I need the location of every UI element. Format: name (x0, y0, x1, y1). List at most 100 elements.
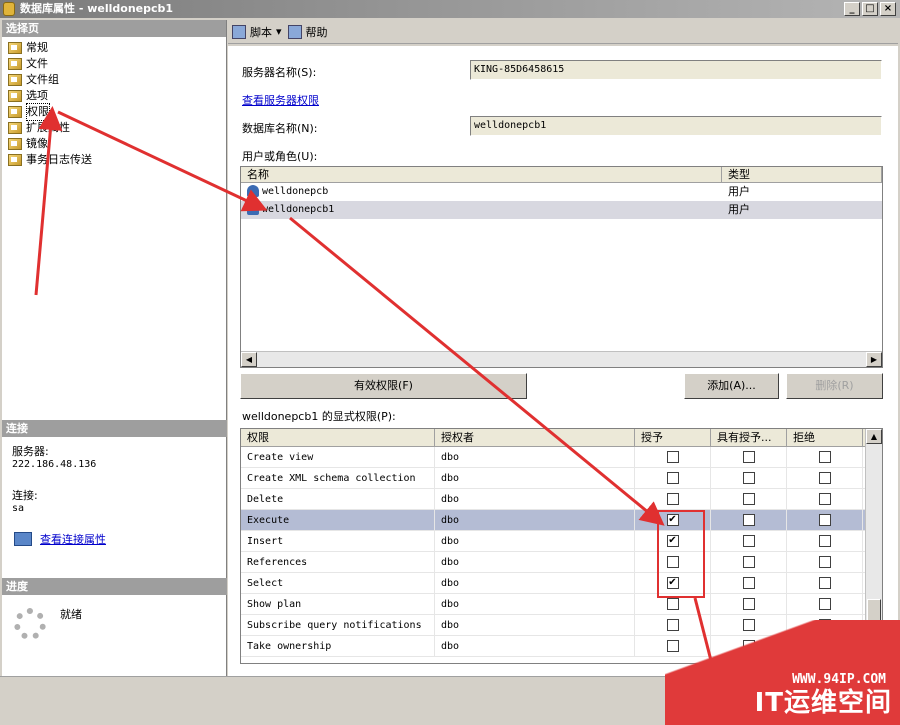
deny-checkbox-cell (787, 573, 863, 593)
users-grid: 名称 类型 welldonepcb 用户 welldonepcb1 用户 ◀ ▶ (240, 166, 883, 368)
view-server-permissions-link[interactable]: 查看服务器权限 (242, 92, 319, 108)
with-grant-checkbox-cell (711, 489, 787, 509)
permission-name-cell: References (241, 552, 435, 572)
deny-checkbox-cell (787, 468, 863, 488)
deny-checkbox[interactable] (818, 598, 831, 610)
user-row[interactable]: welldonepcb1 用户 (241, 201, 882, 219)
server-label: 服务器: (12, 445, 49, 458)
deny-checkbox[interactable] (818, 493, 831, 505)
toolbar: 脚本 ▾ 帮助 (228, 20, 898, 44)
with-grant-checkbox[interactable] (742, 451, 755, 463)
deny-checkbox[interactable] (818, 535, 831, 547)
page-list: 常规 文件文件组 选项 权限 扩展属性 镜像 事务日志传送 (2, 37, 226, 168)
close-button[interactable]: × (880, 2, 896, 16)
page-icon (8, 106, 22, 118)
annotation-highlight-box (657, 510, 705, 598)
script-icon (232, 24, 246, 39)
deny-checkbox-cell (787, 552, 863, 572)
deny-checkbox[interactable] (818, 577, 831, 589)
permission-name-cell: Subscribe query notifications (241, 615, 435, 635)
perm-col-grantor[interactable]: 授权者 (435, 429, 635, 446)
permission-row[interactable]: Delete dbo (241, 489, 882, 510)
connection-label: 连接: (12, 489, 38, 502)
perm-col-with-grant[interactable]: 具有授予... (711, 429, 787, 446)
page-item[interactable]: 权限 (8, 103, 226, 121)
user-row[interactable]: welldonepcb 用户 (241, 183, 882, 201)
users-col-type[interactable]: 类型 (722, 167, 882, 182)
perm-col-grant[interactable]: 授予 (635, 429, 711, 446)
page-item[interactable]: 镜像 (8, 136, 226, 152)
with-grant-checkbox[interactable] (742, 514, 755, 526)
scroll-right-icon[interactable]: ▶ (866, 352, 882, 367)
page-item[interactable]: 事务日志传送 (8, 152, 226, 168)
with-grant-checkbox[interactable] (742, 493, 755, 505)
permission-grantor-cell: dbo (435, 510, 635, 530)
page-item[interactable]: 文件 (8, 56, 226, 72)
user-type-cell: 用户 (728, 185, 750, 198)
deny-checkbox[interactable] (818, 451, 831, 463)
deny-checkbox[interactable] (818, 556, 831, 568)
permission-name-cell: Create XML schema collection (241, 468, 435, 488)
script-button[interactable]: 脚本 ▾ (232, 24, 282, 40)
connection-section: 连接 服务器: 222.186.48.136 连接: sa 查看连接属性 (2, 420, 227, 555)
with-grant-checkbox[interactable] (742, 472, 755, 484)
with-grant-checkbox-cell (711, 447, 787, 467)
users-col-name[interactable]: 名称 (241, 167, 722, 182)
explicit-permissions-label: welldonepcb1 的显式权限(P): (242, 410, 396, 423)
help-icon (287, 24, 302, 39)
with-grant-checkbox[interactable] (742, 598, 755, 610)
with-grant-checkbox[interactable] (742, 577, 755, 589)
watermark-brand: IT运维空间 (754, 688, 892, 718)
minimize-button[interactable]: _ (844, 2, 860, 16)
permission-row[interactable]: Insert dbo ✔ (241, 531, 882, 552)
with-grant-checkbox[interactable] (742, 556, 755, 568)
page-icon (8, 90, 22, 102)
scroll-left-icon[interactable]: ◀ (241, 352, 257, 367)
permission-row[interactable]: Execute dbo ✔ (241, 510, 882, 531)
grant-checkbox[interactable] (666, 598, 679, 610)
with-grant-checkbox-cell (711, 594, 787, 614)
deny-checkbox[interactable] (818, 472, 831, 484)
page-icon (8, 42, 22, 54)
page-item[interactable]: 选项 (8, 88, 226, 104)
database-name-field: welldonepcb1 (470, 116, 882, 136)
page-label: 文件 (26, 57, 48, 70)
deny-checkbox-cell (787, 447, 863, 467)
permission-row[interactable]: References dbo (241, 552, 882, 573)
left-panel: 选择页 常规 文件 文件组 选项 权限 扩展属性 镜像 事务日志传送 连接 服务器: 222.… (2, 20, 227, 676)
grant-checkbox[interactable] (666, 472, 679, 484)
scroll-up-icon[interactable]: ▲ (866, 429, 882, 444)
permission-row[interactable]: Select dbo ✔ (241, 573, 882, 594)
deny-checkbox[interactable] (818, 514, 831, 526)
database-name-label: 数据库名称(N): (242, 122, 318, 135)
with-grant-checkbox-cell (711, 510, 787, 530)
grant-checkbox[interactable] (666, 493, 679, 505)
perm-col-deny[interactable]: 拒绝 (787, 429, 863, 446)
connection-properties-icon (14, 532, 32, 546)
progress-spinner-icon (14, 608, 46, 640)
permission-row[interactable]: Create XML schema collection dbo (241, 468, 882, 489)
maximize-button[interactable]: □ (862, 2, 878, 16)
permission-grantor-cell: dbo (435, 552, 635, 572)
page-item[interactable]: 扩展属性 (8, 120, 226, 136)
view-connection-properties-link[interactable]: 查看连接属性 (40, 531, 106, 547)
page-label: 权限 (26, 103, 50, 121)
help-button[interactable]: 帮助 (287, 24, 328, 40)
page-item[interactable]: 常规 (8, 40, 226, 56)
add-button[interactable]: 添加(A)... (684, 373, 779, 399)
connection-value: sa (12, 503, 25, 514)
page-item[interactable]: 文件组 (8, 72, 226, 88)
window-controls: _ □ × (844, 2, 896, 16)
with-grant-checkbox[interactable] (742, 535, 755, 547)
perm-col-permission[interactable]: 权限 (241, 429, 435, 446)
effective-permissions-button[interactable]: 有效权限(F) (240, 373, 527, 399)
user-name-cell: welldonepcb (241, 183, 722, 201)
permission-row[interactable]: Create view dbo (241, 447, 882, 468)
page-icon (8, 122, 22, 134)
users-grid-header: 名称 类型 (241, 167, 882, 183)
users-horizontal-scrollbar[interactable]: ◀ ▶ (241, 351, 882, 367)
with-grant-checkbox-cell (711, 552, 787, 572)
permission-row[interactable]: Show plan dbo (241, 594, 882, 615)
grant-checkbox[interactable] (666, 451, 679, 463)
page-label: 选项 (26, 89, 48, 102)
